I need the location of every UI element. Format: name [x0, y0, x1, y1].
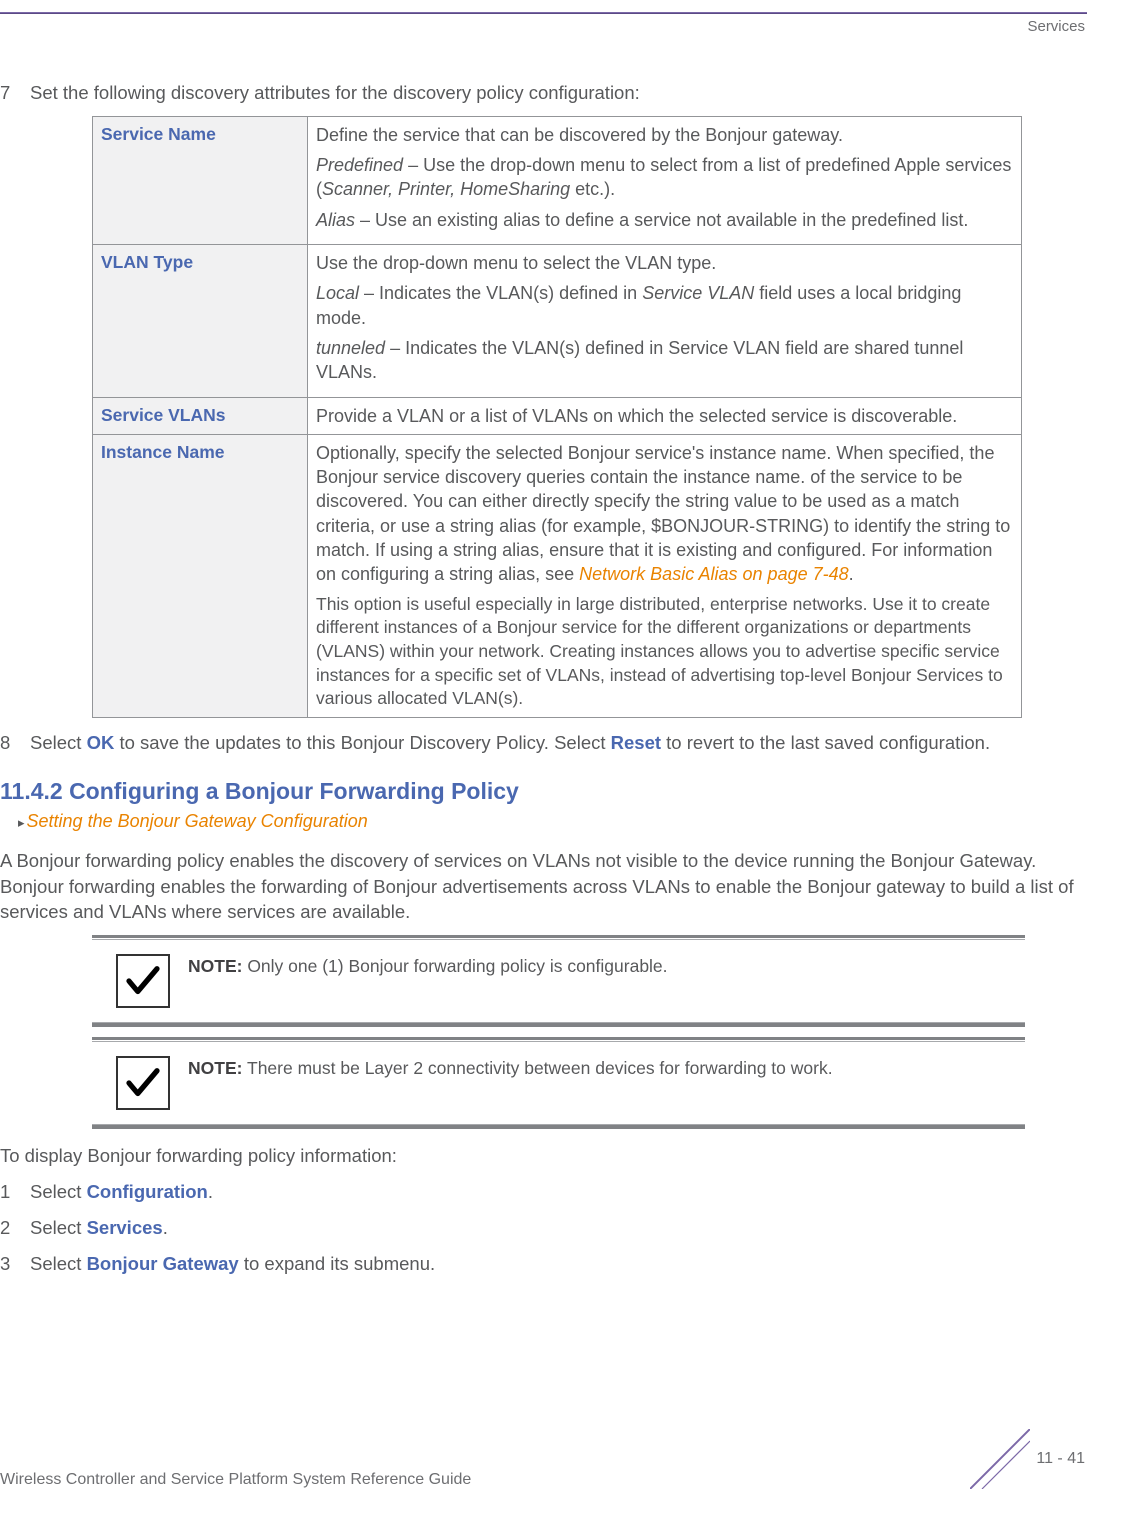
- table-row: Service VLANs Provide a VLAN or a list o…: [93, 397, 1022, 434]
- corner-mark-icon: [970, 1429, 1030, 1489]
- row-desc: Provide a VLAN or a list of VLANs on whi…: [308, 397, 1022, 434]
- desc-text: This option is useful especially in larg…: [316, 593, 1013, 711]
- row-desc: Define the service that can be discovere…: [308, 116, 1022, 244]
- row-label: Instance Name: [93, 434, 308, 717]
- row-label: Service VLANs: [93, 397, 308, 434]
- row-label: VLAN Type: [93, 245, 308, 397]
- step-number: 3: [0, 1251, 30, 1277]
- row-desc: Optionally, specify the selected Bonjour…: [308, 434, 1022, 717]
- table-row: Instance Name Optionally, specify the se…: [93, 434, 1022, 717]
- step-text: Select Services.: [30, 1215, 1085, 1241]
- step-3: 3 Select Bonjour Gateway to expand its s…: [0, 1251, 1085, 1277]
- desc-text: Alias – Use an existing alias to define …: [316, 208, 1013, 232]
- check-icon: [116, 954, 170, 1008]
- body-paragraph: To display Bonjour forwarding policy inf…: [0, 1143, 1085, 1169]
- note-box: NOTE: Only one (1) Bonjour forwarding po…: [92, 935, 1025, 1027]
- reset-ref: Reset: [611, 732, 661, 753]
- cross-ref-link[interactable]: Network Basic Alias on page 7-48: [579, 564, 848, 584]
- check-icon: [116, 1056, 170, 1110]
- step-text: Select OK to save the updates to this Bo…: [30, 730, 1085, 756]
- ok-ref: OK: [87, 732, 115, 753]
- step-1: 1 Select Configuration.: [0, 1179, 1085, 1205]
- step-7: 7 Set the following discovery attributes…: [0, 80, 1085, 106]
- page-footer: Wireless Controller and Service Platform…: [0, 1429, 1085, 1489]
- desc-text: Predefined – Use the drop-down menu to s…: [316, 153, 1013, 202]
- desc-text: Local – Indicates the VLAN(s) defined in…: [316, 281, 1013, 330]
- row-desc: Use the drop-down menu to select the VLA…: [308, 245, 1022, 397]
- desc-text: Define the service that can be discovere…: [316, 123, 1013, 147]
- header-divider: [0, 12, 1087, 14]
- step-text: Select Bonjour Gateway to expand its sub…: [30, 1251, 1085, 1277]
- note-text: NOTE: Only one (1) Bonjour forwarding po…: [188, 954, 668, 977]
- step-number: 8: [0, 730, 30, 756]
- step-number: 1: [0, 1179, 30, 1205]
- page-number: 11 - 41: [1036, 1450, 1085, 1468]
- desc-text: Use the drop-down menu to select the VLA…: [316, 251, 1013, 275]
- note-text: NOTE: There must be Layer 2 connectivity…: [188, 1056, 833, 1079]
- step-number: 7: [0, 80, 30, 106]
- body-paragraph: A Bonjour forwarding policy enables the …: [0, 848, 1085, 926]
- desc-text: Optionally, specify the selected Bonjour…: [316, 441, 1013, 587]
- step-text: Set the following discovery attributes f…: [30, 80, 1085, 106]
- attributes-table: Service Name Define the service that can…: [92, 116, 1022, 718]
- desc-text: Provide a VLAN or a list of VLANs on whi…: [316, 404, 1013, 428]
- footer-title: Wireless Controller and Service Platform…: [0, 1471, 471, 1489]
- step-text: Select Configuration.: [30, 1179, 1085, 1205]
- table-row: Service Name Define the service that can…: [93, 116, 1022, 244]
- breadcrumb-link[interactable]: Setting the Bonjour Gateway Configuratio…: [18, 811, 1085, 832]
- header-section: Services: [1027, 18, 1085, 35]
- desc-text: tunneled – Indicates the VLAN(s) defined…: [316, 336, 1013, 385]
- step-number: 2: [0, 1215, 30, 1241]
- row-label: Service Name: [93, 116, 308, 244]
- section-heading: 11.4.2 Configuring a Bonjour Forwarding …: [0, 778, 1085, 805]
- step-8: 8 Select OK to save the updates to this …: [0, 730, 1085, 756]
- step-2: 2 Select Services.: [0, 1215, 1085, 1241]
- table-row: VLAN Type Use the drop-down menu to sele…: [93, 245, 1022, 397]
- note-box: NOTE: There must be Layer 2 connectivity…: [92, 1037, 1025, 1129]
